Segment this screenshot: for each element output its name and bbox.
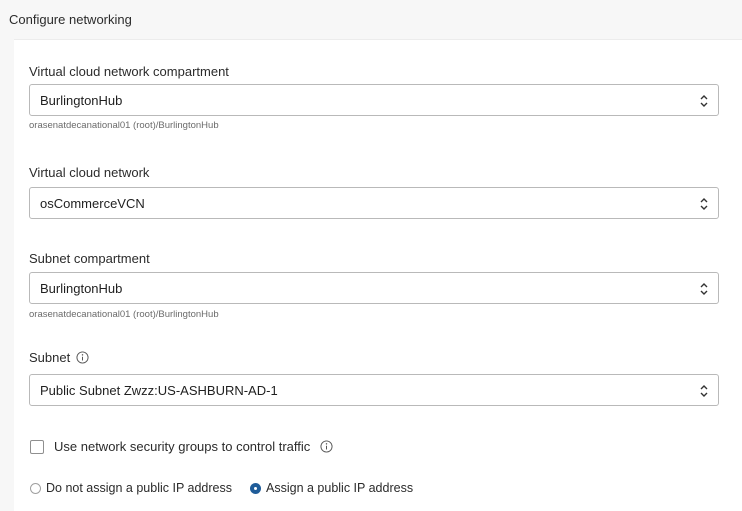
- networking-card: Virtual cloud network compartment Burlin…: [14, 39, 742, 511]
- assign-public-ip-label: Assign a public IP address: [266, 481, 414, 495]
- vcn-compartment-label: Virtual cloud network compartment: [29, 64, 229, 79]
- nsg-checkbox[interactable]: [30, 439, 44, 454]
- assign-public-ip-radio[interactable]: [250, 482, 261, 494]
- subnet-value: Public Subnet Zwzz:US-ASHBURN-AD-1: [40, 382, 278, 398]
- info-icon[interactable]: [320, 440, 333, 453]
- subnet-label: Subnet: [29, 350, 89, 365]
- public-ip-radio-group: Do not assign a public IP address Assign…: [30, 481, 431, 495]
- vcn-select[interactable]: osCommerceVCN: [29, 187, 719, 219]
- no-public-ip-radio[interactable]: [30, 482, 41, 494]
- vcn-value: osCommerceVCN: [40, 195, 145, 211]
- subnet-compartment-label-text: Subnet compartment: [29, 251, 150, 266]
- vcn-compartment-helper: orasenatdecanational01 (root)/Burlington…: [29, 120, 219, 131]
- vcn-compartment-select[interactable]: BurlingtonHub: [29, 84, 719, 116]
- no-public-ip-option[interactable]: Do not assign a public IP address: [30, 481, 232, 495]
- subnet-compartment-label: Subnet compartment: [29, 251, 150, 266]
- vcn-label-text: Virtual cloud network: [29, 165, 150, 180]
- info-icon[interactable]: [76, 351, 89, 364]
- subnet-label-text: Subnet: [29, 350, 71, 365]
- assign-public-ip-option[interactable]: Assign a public IP address: [250, 481, 413, 495]
- subnet-select[interactable]: Public Subnet Zwzz:US-ASHBURN-AD-1: [29, 374, 719, 406]
- vcn-label: Virtual cloud network: [29, 165, 149, 180]
- chevron-up-down-icon: [700, 95, 708, 107]
- nsg-option: Use network security groups to control t…: [30, 439, 333, 454]
- chevron-up-down-icon: [700, 198, 708, 210]
- section-title: Configure networking: [9, 12, 132, 27]
- subnet-compartment-select[interactable]: BurlingtonHub: [29, 272, 719, 304]
- chevron-up-down-icon: [700, 385, 708, 397]
- vcn-compartment-label-text: Virtual cloud network compartment: [29, 64, 229, 79]
- nsg-label: Use network security groups to control t…: [54, 439, 311, 454]
- no-public-ip-label: Do not assign a public IP address: [46, 481, 232, 495]
- subnet-compartment-value: BurlingtonHub: [40, 280, 123, 296]
- vcn-compartment-value: BurlingtonHub: [40, 92, 123, 108]
- chevron-up-down-icon: [700, 283, 708, 295]
- subnet-compartment-helper: orasenatdecanational01 (root)/Burlington…: [29, 309, 219, 320]
